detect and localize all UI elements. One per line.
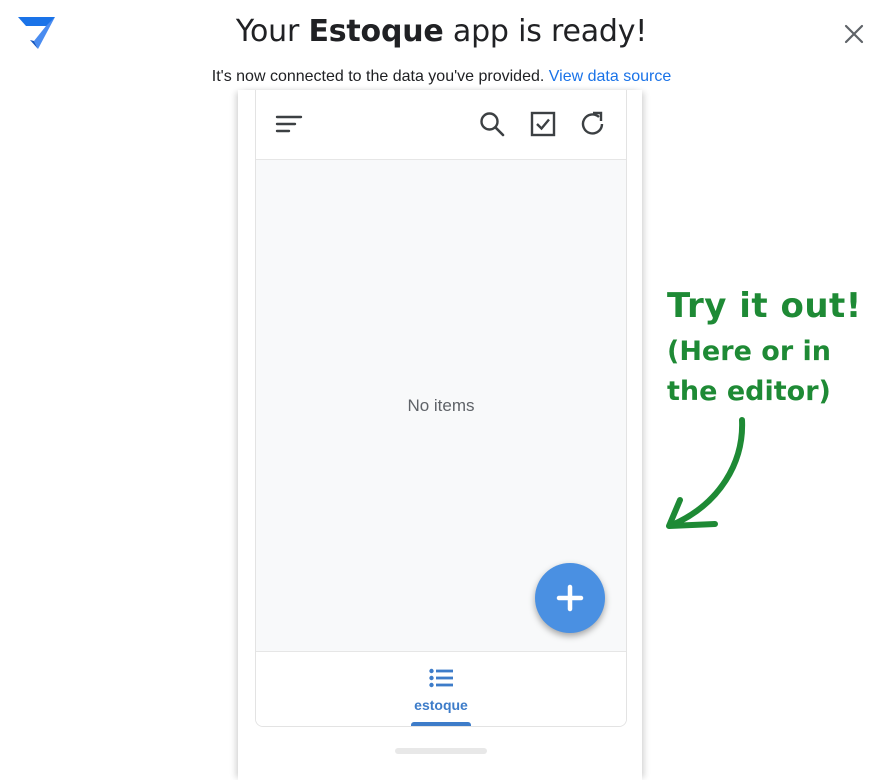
menu-icon[interactable] [275, 110, 303, 138]
page-title: Your Estoque app is ready! [0, 14, 883, 49]
callout-line-2: (Here or in [667, 336, 832, 367]
phone-preview: No items estoque [238, 90, 642, 780]
callout-line-3: the editor) [667, 376, 831, 407]
try-it-callout: Try it out! (Here or in the editor) [667, 286, 862, 412]
close-icon[interactable] [840, 20, 868, 48]
app-screen: No items estoque [255, 90, 627, 727]
home-indicator [395, 748, 487, 754]
title-prefix: Your [235, 14, 300, 49]
app-name: Estoque [308, 14, 444, 49]
refresh-icon[interactable] [579, 110, 607, 138]
nav-item-estoque[interactable]: estoque [401, 652, 481, 726]
add-item-button[interactable] [535, 563, 605, 633]
checkbox-icon[interactable] [529, 110, 557, 138]
nav-selected-indicator [411, 722, 471, 726]
subtitle-text: It's now connected to the data you've pr… [211, 68, 545, 85]
list-icon [429, 668, 453, 688]
subtitle: It's now connected to the data you've pr… [0, 68, 883, 86]
nav-item-label: estoque [414, 697, 468, 713]
callout-headline: Try it out! [667, 286, 862, 326]
view-data-source-link[interactable]: View data source [549, 68, 671, 85]
plus-icon [556, 584, 584, 612]
item-list: No items [256, 160, 626, 651]
title-suffix: app is ready! [452, 14, 648, 49]
curved-arrow-icon [666, 417, 746, 529]
bottom-navigation: estoque [256, 651, 626, 726]
empty-state-text: No items [407, 396, 475, 415]
search-icon[interactable] [478, 110, 506, 138]
app-toolbar [256, 90, 626, 160]
